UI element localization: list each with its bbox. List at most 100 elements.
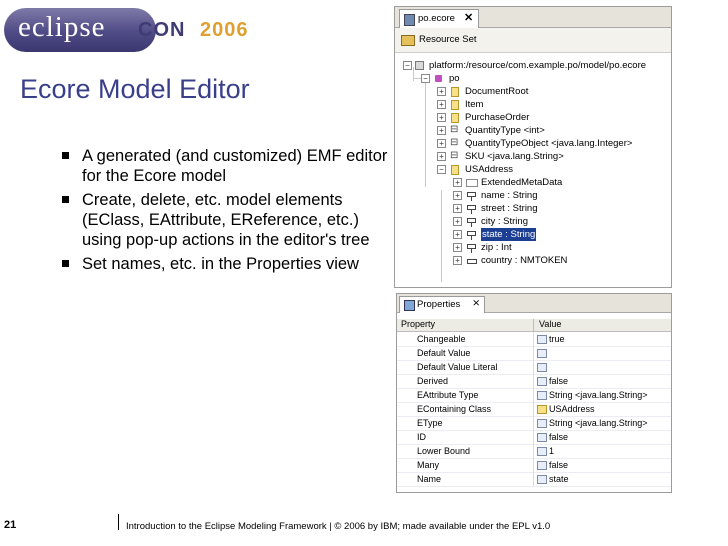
logo-con: CON xyxy=(138,19,186,41)
property-name: Name xyxy=(417,474,442,484)
expand-icon[interactable]: + xyxy=(453,230,462,239)
editor-toolbar: Resource Set xyxy=(395,28,671,53)
bullet-list: A generated (and customized) EMF editor … xyxy=(62,146,392,278)
logo-year: 2006 xyxy=(200,19,249,41)
close-icon[interactable]: ⨯ xyxy=(472,298,480,309)
table-row[interactable]: Lower Bound 1 xyxy=(397,444,671,459)
property-name: EContaining Class xyxy=(417,404,492,414)
edatatype-icon xyxy=(537,419,547,428)
text-value-icon xyxy=(537,349,547,358)
column-divider[interactable] xyxy=(533,319,534,331)
property-name: Derived xyxy=(417,376,449,386)
tree-label: country : NMTOKEN xyxy=(481,255,568,266)
expand-icon[interactable]: + xyxy=(453,217,462,226)
table-row[interactable]: EContaining Class USAddress xyxy=(397,402,671,417)
table-row[interactable]: Name state xyxy=(397,472,671,487)
eclass-icon xyxy=(451,87,459,97)
eattribute-icon xyxy=(467,205,476,214)
properties-tab-label: Properties xyxy=(417,299,461,310)
tree-label: Item xyxy=(465,99,484,110)
eattribute-icon xyxy=(467,218,476,227)
tree-label: PurchaseOrder xyxy=(465,112,530,123)
footer-text: Introduction to the Eclipse Modeling Fra… xyxy=(126,521,551,532)
property-value[interactable]: true xyxy=(549,332,565,346)
bullet-text: Create, delete, etc. model elements (ECl… xyxy=(82,191,370,249)
tree-label: street : String xyxy=(481,203,538,214)
slide-title: Ecore Model Editor xyxy=(20,74,250,104)
bullet-text: A generated (and customized) EMF editor … xyxy=(82,147,388,185)
bullet-icon xyxy=(62,152,69,159)
properties-table-header: Property Value xyxy=(397,319,671,332)
properties-view: Properties ⨯ Property Value Changeable t… xyxy=(396,293,672,493)
logo-word: eclipse xyxy=(18,11,106,43)
expand-icon[interactable]: + xyxy=(453,204,462,213)
expand-icon[interactable]: + xyxy=(453,191,462,200)
expand-icon[interactable]: + xyxy=(437,87,446,96)
tree-label: city : String xyxy=(481,216,528,227)
collapse-icon[interactable]: − xyxy=(437,165,446,174)
property-name: Lower Bound xyxy=(417,446,471,456)
edatatype-icon: ⊟ xyxy=(450,150,459,161)
table-row[interactable]: Default Value xyxy=(397,346,671,361)
tree-label-selected: state : String xyxy=(481,228,537,241)
property-value[interactable]: false xyxy=(549,458,568,472)
editor-tab-bar: po.ecore ✕ xyxy=(395,7,671,28)
property-value[interactable]: USAddress xyxy=(549,402,595,416)
close-icon[interactable]: ✕ xyxy=(464,11,473,24)
text-value-icon xyxy=(537,475,547,484)
resource-icon xyxy=(415,61,424,70)
property-value[interactable]: String <java.lang.String> xyxy=(549,416,648,430)
table-row[interactable]: Derived false xyxy=(397,374,671,389)
expand-icon[interactable]: + xyxy=(453,256,462,265)
property-value[interactable]: false xyxy=(549,374,568,388)
expand-icon[interactable]: + xyxy=(437,126,446,135)
boolean-icon xyxy=(537,377,547,386)
tree-label: QuantityType <int> xyxy=(465,125,545,136)
resource-set-label: Resource Set xyxy=(419,34,477,45)
tree-label: SKU <java.lang.String> xyxy=(465,151,564,162)
edatatype-icon: ⊟ xyxy=(450,124,459,135)
expand-icon[interactable]: + xyxy=(453,178,462,187)
annotation-icon xyxy=(466,179,478,187)
expand-icon[interactable]: + xyxy=(437,139,446,148)
column-header-value[interactable]: Value xyxy=(539,319,561,329)
page-number: 21 xyxy=(4,519,17,531)
table-row[interactable]: EType String <java.lang.String> xyxy=(397,416,671,431)
collapse-icon[interactable]: − xyxy=(421,74,430,83)
ecore-file-icon xyxy=(404,14,415,26)
footer-divider xyxy=(118,514,119,530)
collapse-icon[interactable]: − xyxy=(403,61,412,70)
column-header-property[interactable]: Property xyxy=(401,319,435,329)
property-value[interactable]: 1 xyxy=(549,444,554,458)
expand-icon[interactable]: + xyxy=(437,100,446,109)
boolean-icon xyxy=(537,433,547,442)
text-value-icon xyxy=(537,363,547,372)
expand-icon[interactable]: + xyxy=(437,152,446,161)
boolean-icon xyxy=(537,335,547,344)
bullet-item: Set names, etc. in the Properties view xyxy=(62,254,392,274)
tree-label: DocumentRoot xyxy=(465,86,529,97)
tree-label: QuantityTypeObject <java.lang.Integer> xyxy=(465,138,633,149)
ecore-editor-pane: po.ecore ✕ Resource Set − platform:/reso… xyxy=(394,6,672,288)
package-icon xyxy=(435,75,442,82)
eclass-icon xyxy=(451,165,459,175)
property-value[interactable]: false xyxy=(549,430,568,444)
property-name: EType xyxy=(417,418,443,428)
eclass-icon xyxy=(537,405,547,414)
table-row[interactable]: Default Value Literal xyxy=(397,360,671,375)
tree-label: ExtendedMetaData xyxy=(481,177,563,188)
resource-set-icon xyxy=(401,35,415,46)
bullet-item: Create, delete, etc. model elements (ECl… xyxy=(62,190,392,250)
property-value[interactable]: state xyxy=(549,472,569,486)
edatatype-icon xyxy=(537,391,547,400)
expand-icon[interactable]: + xyxy=(437,113,446,122)
table-row[interactable]: Changeable true xyxy=(397,332,671,347)
properties-tab[interactable]: Properties ⨯ xyxy=(399,296,485,313)
table-row[interactable]: EAttribute Type String <java.lang.String… xyxy=(397,388,671,403)
expand-icon[interactable]: + xyxy=(453,243,462,252)
table-row[interactable]: ID false xyxy=(397,430,671,445)
property-name: EAttribute Type xyxy=(417,390,479,400)
table-row[interactable]: Many false xyxy=(397,458,671,473)
editor-tab[interactable]: po.ecore ✕ xyxy=(399,9,479,28)
property-value[interactable]: String <java.lang.String> xyxy=(549,388,648,402)
